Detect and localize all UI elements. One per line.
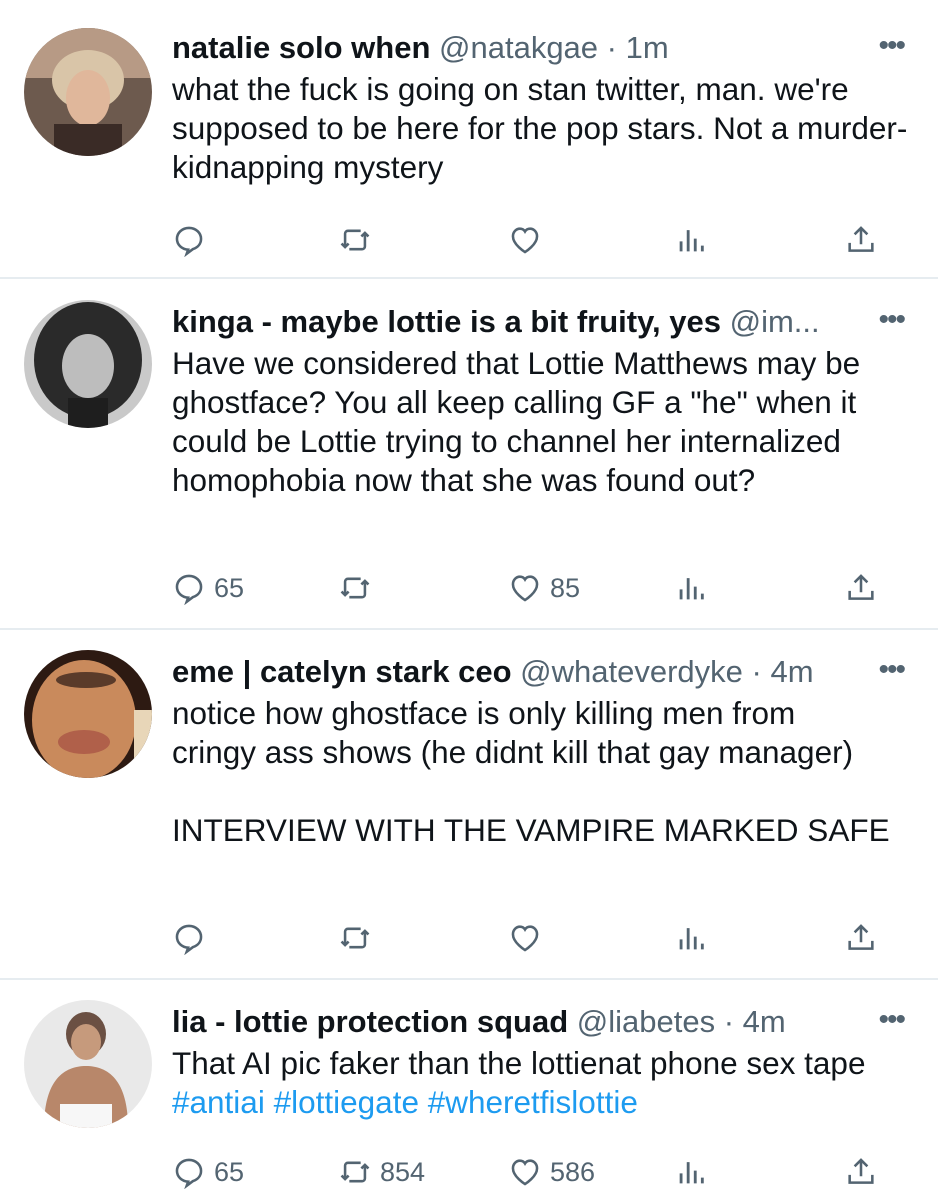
tweet-actions: 65 854 586 — [172, 1150, 892, 1194]
like-button[interactable]: 85 — [508, 566, 580, 610]
tweet-body-text: That AI pic faker than the lottienat pho… — [172, 1045, 866, 1081]
tweet[interactable]: natalie solo when @natakgae · 1m ••• wha… — [0, 26, 938, 276]
analytics-icon — [679, 1162, 704, 1184]
analytics-icon — [679, 230, 704, 252]
tweet-header: lia - lottie protection squad @liabetes … — [172, 1004, 786, 1040]
avatar[interactable] — [24, 28, 152, 156]
divider — [0, 277, 938, 279]
user-handle[interactable]: @liabetes — [577, 1004, 715, 1039]
reply-icon — [175, 924, 203, 955]
tweet-body: Have we considered that Lottie Matthews … — [172, 345, 861, 498]
heart-icon — [511, 227, 539, 254]
retweet-button[interactable] — [338, 916, 380, 960]
retweet-count: 854 — [380, 1156, 426, 1187]
reply-count: 65 — [214, 572, 245, 603]
analytics-icon — [679, 928, 704, 950]
user-handle[interactable]: @whateverdyke — [520, 654, 743, 689]
heart-icon — [511, 925, 539, 952]
display-name[interactable]: lia - lottie protection squad — [172, 1004, 568, 1039]
tweet-body: notice how ghostface is only killing men… — [172, 695, 854, 770]
tweet-text: That AI pic faker than the lottienat pho… — [172, 1044, 912, 1122]
tweet-actions — [172, 218, 892, 262]
retweet-button[interactable] — [338, 218, 380, 262]
retweet-button[interactable] — [338, 566, 380, 610]
share-icon — [848, 574, 874, 600]
share-button[interactable] — [844, 916, 878, 960]
reply-icon — [175, 226, 203, 257]
reply-count: 65 — [214, 1156, 245, 1187]
like-count: 586 — [550, 1156, 596, 1187]
reply-button[interactable] — [172, 218, 214, 262]
display-name[interactable]: eme | catelyn stark ceo — [172, 654, 512, 689]
timestamp[interactable]: · 4m — [724, 1004, 786, 1039]
tweet[interactable]: kinga - maybe lottie is a bit fruity, ye… — [0, 300, 938, 620]
reply-button[interactable]: 65 — [172, 1150, 244, 1194]
analytics-icon — [679, 578, 704, 600]
tweet-header: natalie solo when @natakgae · 1m — [172, 30, 669, 66]
display-name[interactable]: natalie solo when — [172, 30, 430, 65]
heart-icon — [511, 1159, 539, 1186]
hashtag-link[interactable]: #lottiegate — [274, 1084, 419, 1120]
avatar[interactable] — [24, 1000, 152, 1128]
share-icon — [848, 924, 874, 950]
more-options-icon[interactable]: ••• — [878, 1002, 905, 1038]
timestamp[interactable]: · 4m — [752, 654, 814, 689]
user-handle[interactable]: @natakgae — [439, 30, 598, 65]
tweet[interactable]: lia - lottie protection squad @liabetes … — [0, 1000, 938, 1200]
more-options-icon[interactable]: ••• — [878, 28, 905, 64]
tweet-text: Have we considered that Lottie Matthews … — [172, 344, 912, 500]
tweet-body: That AI pic faker than the lottienat pho… — [172, 1044, 912, 1122]
like-button[interactable]: 586 — [508, 1150, 595, 1194]
like-count: 85 — [550, 572, 581, 603]
tweet-header: kinga - maybe lottie is a bit fruity, ye… — [172, 304, 820, 340]
share-button[interactable] — [844, 218, 878, 262]
hashtag-link[interactable]: #wheretfislottie — [428, 1084, 638, 1120]
reply-icon — [175, 1158, 203, 1189]
avatar[interactable] — [24, 300, 152, 428]
reply-icon — [175, 574, 203, 605]
analytics-button[interactable] — [674, 566, 708, 610]
reply-button[interactable] — [172, 916, 214, 960]
avatar[interactable] — [24, 650, 152, 778]
tweet-body: what the fuck is going on stan twitter, … — [172, 71, 908, 185]
retweet-icon — [340, 229, 370, 251]
share-button[interactable] — [844, 566, 878, 610]
analytics-button[interactable] — [674, 218, 708, 262]
share-icon — [848, 1158, 874, 1184]
like-button[interactable] — [508, 218, 550, 262]
tweet-text: what the fuck is going on stan twitter, … — [172, 70, 912, 187]
like-button[interactable] — [508, 916, 550, 960]
user-handle[interactable]: @im... — [730, 304, 820, 339]
tweet-actions — [172, 916, 892, 960]
display-name[interactable]: kinga - maybe lottie is a bit fruity, ye… — [172, 304, 721, 339]
hashtag-link[interactable]: #antiai — [172, 1084, 265, 1120]
retweet-icon — [340, 1161, 370, 1183]
divider — [0, 978, 938, 980]
retweet-icon — [340, 927, 370, 949]
more-options-icon[interactable]: ••• — [878, 652, 905, 688]
reply-button[interactable]: 65 — [172, 566, 244, 610]
share-button[interactable] — [844, 1150, 878, 1194]
tweet[interactable]: eme | catelyn stark ceo @whateverdyke · … — [0, 650, 938, 970]
timestamp[interactable]: · 1m — [607, 30, 669, 65]
divider — [0, 628, 938, 630]
tweet-body-line2: INTERVIEW WITH THE VAMPIRE MARKED SAFE — [172, 812, 890, 848]
retweet-icon — [340, 577, 370, 599]
tweet-actions: 65 85 — [172, 566, 892, 610]
tweet-text: notice how ghostface is only killing men… — [172, 694, 912, 850]
tweet-header: eme | catelyn stark ceo @whateverdyke · … — [172, 654, 814, 690]
retweet-button[interactable]: 854 — [338, 1150, 425, 1194]
heart-icon — [511, 575, 539, 602]
analytics-button[interactable] — [674, 916, 708, 960]
more-options-icon[interactable]: ••• — [878, 302, 905, 338]
share-icon — [848, 226, 874, 252]
analytics-button[interactable] — [674, 1150, 708, 1194]
